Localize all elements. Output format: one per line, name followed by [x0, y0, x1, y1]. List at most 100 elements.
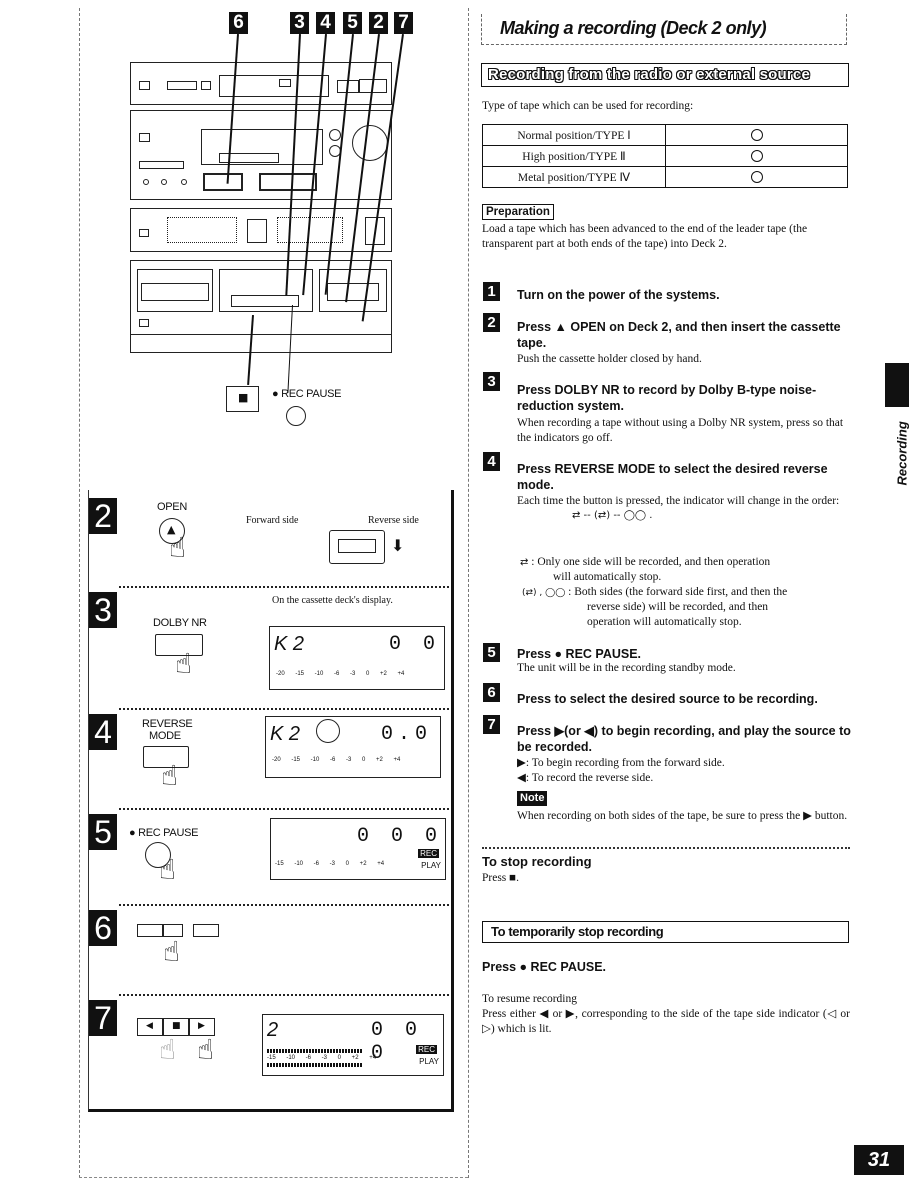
chapter-tab	[885, 363, 909, 407]
base-unit	[130, 335, 392, 353]
callout-number: 3	[290, 12, 309, 34]
both-sides-text-cont: operation will automatically stop.	[587, 616, 742, 628]
rec-badge: REC	[416, 1045, 437, 1054]
step-heading: Press REVERSE MODE to select the desired…	[517, 462, 828, 492]
usable-cell	[665, 166, 848, 188]
table-row: High position/TYPE Ⅱ	[482, 145, 848, 167]
reverse-mode-label-line1: REVERSE	[142, 718, 193, 730]
tuner-unit	[130, 62, 392, 105]
stop-recording-heading: To stop recording	[482, 854, 592, 869]
reverse-mode-label-line2: MODE	[149, 730, 181, 742]
step-panel-3: 3 On the cassette deck's display. DOLBY …	[89, 590, 455, 708]
callout-number: 6	[229, 12, 248, 34]
usable-cell	[665, 124, 848, 146]
stop-recording-text: Press ■.	[482, 872, 519, 884]
step-heading: Press ▶(or ◀) to begin recording, and pl…	[517, 724, 851, 754]
step-divider	[119, 586, 449, 588]
step-number: 3	[483, 372, 500, 391]
play-badge: PLAY	[421, 861, 441, 870]
dolby-nr-label: DOLBY NR	[153, 617, 207, 629]
stop-icon: ■	[238, 391, 249, 404]
tape-types-intro: Type of tape which can be used for recor…	[482, 100, 694, 112]
temporary-stop-heading: To temporarily stop recording	[482, 921, 849, 943]
open-label: OPEN	[157, 501, 187, 513]
hand-pointer-icon: ☝	[169, 531, 187, 564]
step-divider	[119, 708, 449, 710]
step-divider	[119, 904, 449, 906]
step-number: 1	[483, 282, 500, 301]
amplifier-unit	[130, 110, 392, 200]
table-row: Metal position/TYPE Ⅳ	[482, 166, 848, 188]
cassette-display: 0 0 0 -15 -10 -6 -3 0 +2 +4 REC PLAY	[270, 818, 446, 880]
level-meter-scale: -15 -10 -6 -3 0 +2 +4	[275, 861, 385, 867]
hand-pointer-icon: ☝	[175, 647, 193, 680]
preparation-label: Preparation	[482, 204, 554, 220]
hand-pointer-dashed-icon: ☝	[159, 1033, 177, 1066]
bottom-rule	[79, 1177, 468, 1178]
rec-pause-label: ● REC PAUSE	[129, 827, 199, 839]
cassette-tape-icon	[329, 530, 385, 564]
tape-type-cell: Metal position/TYPE Ⅳ	[482, 166, 666, 188]
callout-number: 5	[343, 12, 362, 34]
step-number: 2	[483, 313, 500, 332]
one-side-text-cont: will automatically stop.	[553, 571, 662, 583]
resume-heading: To resume recording	[482, 993, 577, 1005]
section-banner: Recording from the radio or external sou…	[481, 63, 849, 87]
circle-mark-icon	[750, 150, 763, 163]
step-number: 4	[89, 714, 117, 750]
circle-mark-icon	[750, 129, 763, 142]
rec-pause-label: ● REC PAUSE	[272, 388, 342, 400]
section-divider	[482, 847, 850, 849]
step-panel-6: 6 ☝	[89, 908, 455, 994]
reverse-mode-order-glyphs: ⇄ -- (⇄) -- ◯◯ .	[572, 510, 653, 521]
source-button[interactable]	[193, 924, 219, 937]
tape-type-cell: Normal position/TYPE Ⅰ	[482, 124, 666, 146]
step-panel-2: 2 OPEN ▲ ☝ Forward side Reverse side ⬇	[89, 490, 455, 586]
callout-number: 2	[369, 12, 388, 34]
display-counter: 0 0	[388, 633, 440, 656]
stop-icon: ■	[172, 1021, 181, 1031]
display-counter: 0 0 0	[357, 825, 443, 848]
hand-pointer-icon: ☝	[197, 1033, 215, 1066]
both-sides-icon: (⇄) , ◯◯	[522, 588, 566, 598]
step-body: Push the cassette holder closed by hand.	[517, 353, 702, 365]
step-heading: Turn on the power of the systems.	[517, 288, 720, 302]
level-meter-bar	[267, 1049, 363, 1053]
cassette-deck-unit	[130, 260, 392, 335]
page-number: 31	[854, 1145, 904, 1175]
step-illustrations-frame: 2 OPEN ▲ ☝ Forward side Reverse side ⬇ 3…	[88, 490, 454, 1112]
step-number: 5	[483, 643, 500, 662]
display-indicators: K 2	[274, 633, 305, 655]
one-side-icon: ⇄	[520, 557, 529, 568]
chapter-tab-label: Recording	[894, 421, 910, 486]
stop-button[interactable]: ■	[226, 386, 259, 412]
hand-pointer-icon: ☝	[159, 853, 177, 886]
display-indicators: K 2	[270, 723, 301, 745]
hand-pointer-icon: ☝	[161, 759, 179, 792]
both-sides-text: : Both sides (the forward side first, an…	[568, 586, 788, 598]
preparation-text: Load a tape which has been advanced to t…	[482, 223, 808, 250]
display-caption: On the cassette deck's display.	[272, 595, 393, 606]
reverse-play-icon: ◀	[146, 1021, 153, 1031]
resume-text: Press either ◀ or ▶, corresponding to th…	[482, 1008, 850, 1035]
rec-pause-button[interactable]	[286, 406, 306, 426]
display-indicators: 2	[267, 1019, 279, 1041]
rec-badge: REC	[418, 849, 439, 858]
step-body: Each time the button is pressed, the ind…	[517, 495, 840, 507]
step-divider	[119, 994, 449, 996]
cassette-display: 2 0 0 0 -15 -10 -6 -3 0 +2 +4 REC PLAY	[262, 1014, 444, 1076]
source-button[interactable]	[137, 924, 163, 937]
step-panel-4: 4 REVERSE MODE ☝ K 2 0.0 -20 -15 -10 -6 …	[89, 712, 455, 808]
reverse-one-side-note: ⇄ : Only one side will be recorded, and …	[520, 555, 853, 570]
one-side-text: : Only one side will be recorded, and th…	[531, 556, 771, 568]
step-number: 6	[89, 910, 117, 946]
step-heading: Press DOLBY NR to record by Dolby B-type…	[517, 383, 817, 413]
hand-pointer-icon: ☝	[163, 935, 181, 968]
circle-mark-icon	[750, 171, 763, 184]
forward-side-label: Forward side	[246, 515, 299, 526]
temporary-stop-instruction: Press ● REC PAUSE.	[482, 960, 607, 974]
step-heading: Press ▲ OPEN on Deck 2, and then insert …	[517, 320, 841, 350]
play-icon: ▶	[198, 1021, 205, 1031]
callout-number: 7	[394, 12, 413, 34]
step-panel-7: 7 ◀ ■ ▶ ☝ ☝ 2 0 0 0 -15 -10 -6 -3 0 +2 +…	[89, 998, 455, 1108]
